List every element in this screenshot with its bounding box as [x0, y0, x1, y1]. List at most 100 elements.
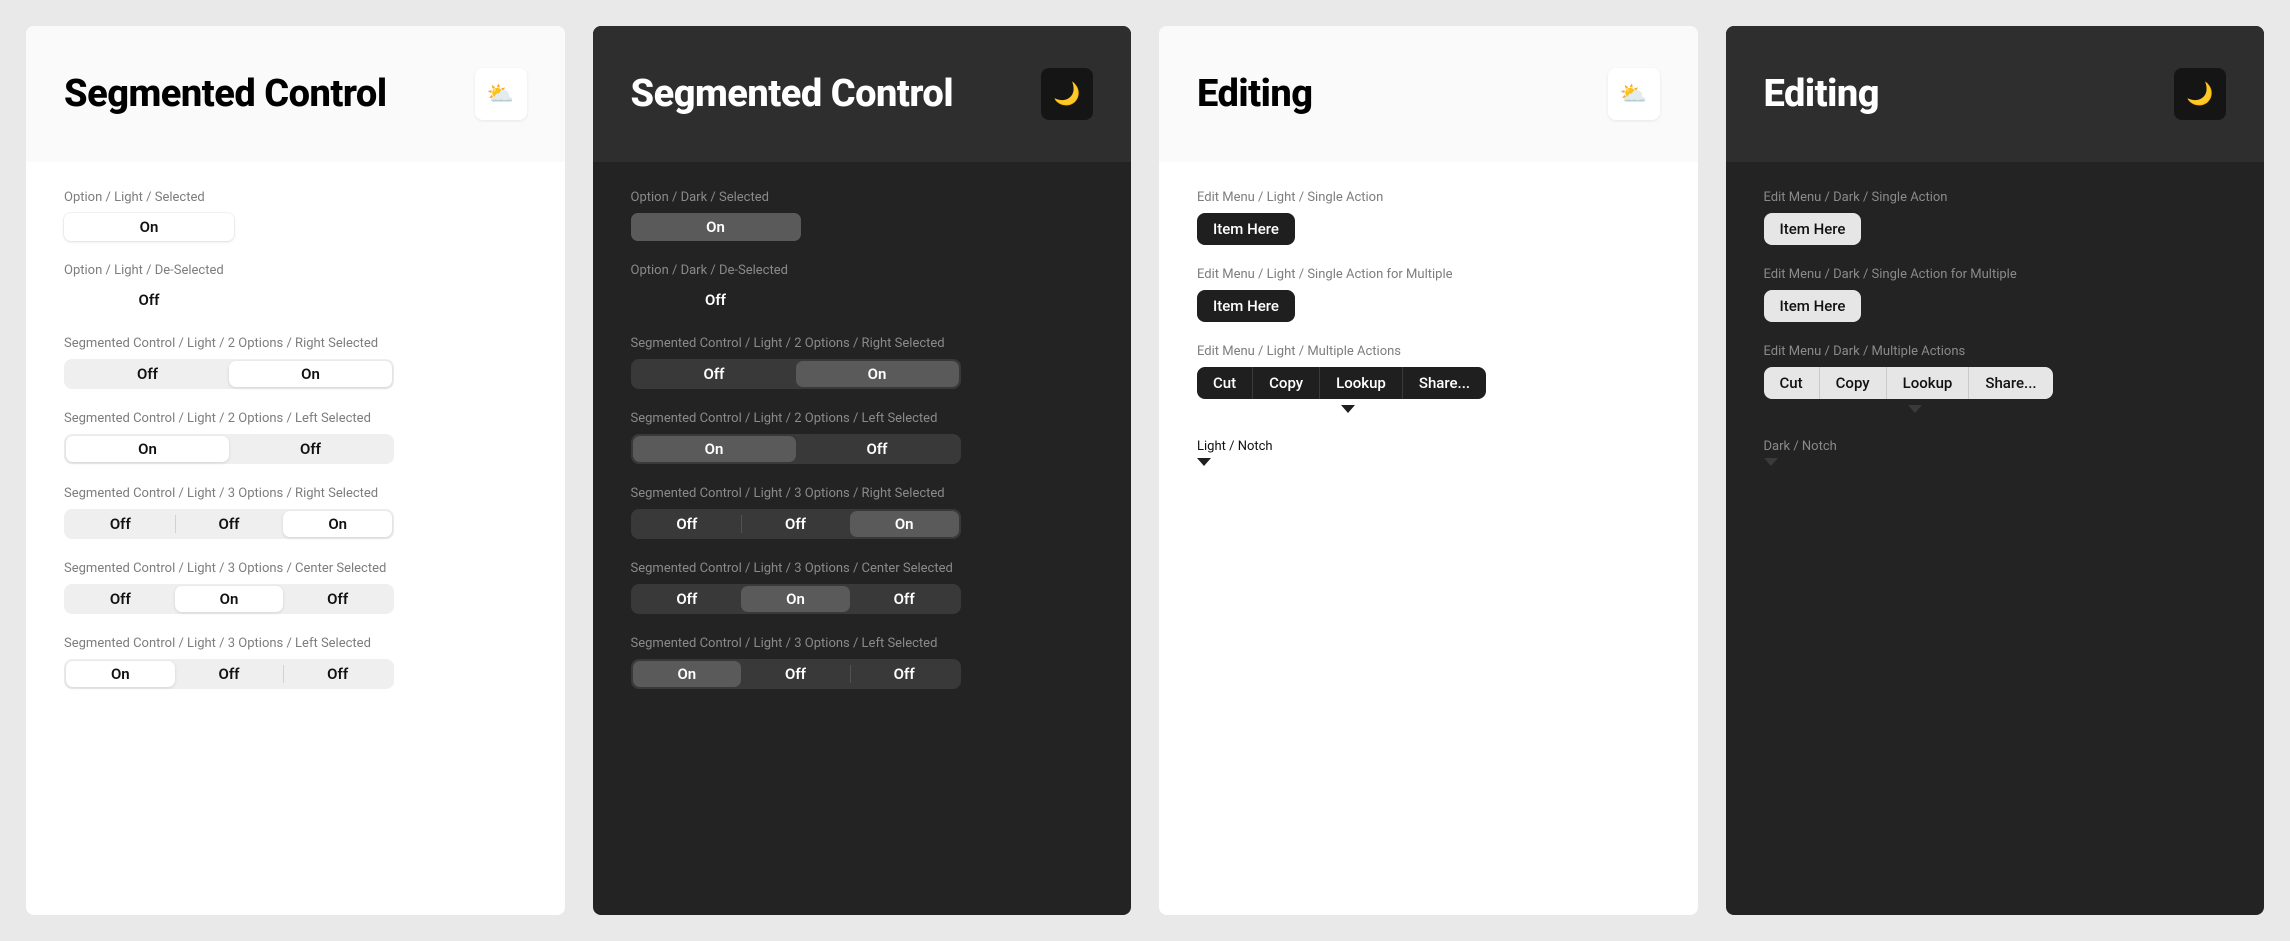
option-selected[interactable]: On [631, 213, 801, 241]
group-label: Segmented Control / Light / 3 Options / … [631, 486, 1094, 501]
edit-menu-item[interactable]: Item Here [1197, 213, 1295, 245]
seg-option[interactable]: Off [633, 511, 742, 537]
edit-menu-item[interactable]: Item Here [1764, 213, 1862, 245]
group-label: Segmented Control / Light / 2 Options / … [631, 411, 1094, 426]
caret-down-icon [1197, 458, 1211, 466]
edit-menu[interactable]: Item Here [1764, 213, 1862, 245]
segmented-control[interactable]: On Off Off [64, 659, 394, 689]
panel-title: Segmented Control [64, 72, 387, 116]
seg-3-center-group: Segmented Control / Light / 3 Options / … [631, 561, 1094, 614]
segmented-control-panel-dark: Segmented Control 🌙 Option / Dark / Sele… [593, 26, 1132, 915]
seg-option[interactable]: On [741, 586, 850, 612]
option-deselected[interactable]: Off [631, 286, 801, 314]
panel-header: Segmented Control 🌙 [593, 26, 1132, 162]
option-deselected[interactable]: Off [64, 286, 234, 314]
seg-2-left-group: Segmented Control / Light / 2 Options / … [64, 411, 527, 464]
seg-3-left-group: Segmented Control / Light / 3 Options / … [64, 636, 527, 689]
seg-3-right-group: Segmented Control / Light / 3 Options / … [631, 486, 1094, 539]
panel-title: Editing [1197, 72, 1313, 116]
edit-menu-item-share[interactable]: Share... [1402, 367, 1486, 399]
seg-option[interactable]: On [283, 511, 392, 537]
seg-3-left-group: Segmented Control / Light / 3 Options / … [631, 636, 1094, 689]
seg-option[interactable]: Off [850, 586, 959, 612]
option-selected-group: Option / Dark / Selected On [631, 190, 1094, 241]
group-label: Option / Dark / Selected [631, 190, 1094, 205]
segmented-control[interactable]: Off On [631, 359, 961, 389]
seg-option[interactable]: Off [850, 661, 959, 687]
segmented-control[interactable]: Off On Off [631, 584, 961, 614]
segmented-control[interactable]: Off On [64, 359, 394, 389]
edit-menu-item-copy[interactable]: Copy [1819, 367, 1886, 399]
seg-option[interactable]: On [175, 586, 284, 612]
panel-header: Editing 🌙 [1726, 26, 2265, 162]
sun-behind-cloud-icon: ⛅ [1608, 68, 1660, 120]
moon-icon: 🌙 [1041, 68, 1093, 120]
group-label: Segmented Control / Light / 3 Options / … [64, 561, 527, 576]
seg-option[interactable]: Off [741, 661, 850, 687]
segmented-control[interactable]: Off Off On [64, 509, 394, 539]
segmented-control[interactable]: Off On Off [64, 584, 394, 614]
seg-option[interactable]: Off [283, 586, 392, 612]
moon-icon: 🌙 [2174, 68, 2226, 120]
edit-menu-item[interactable]: Item Here [1764, 290, 1862, 322]
group-label: Edit Menu / Dark / Single Action for Mul… [1764, 267, 2227, 282]
seg-option[interactable]: Off [66, 361, 229, 387]
caret-down-icon [1341, 398, 1355, 417]
seg-option[interactable]: Off [66, 511, 175, 537]
seg-option[interactable]: Off [283, 661, 392, 687]
edit-menu-item-cut[interactable]: Cut [1197, 367, 1252, 399]
panel-body: Edit Menu / Light / Single Action Item H… [1159, 162, 1698, 506]
group-label: Edit Menu / Light / Single Action for Mu… [1197, 267, 1660, 282]
seg-option[interactable]: Off [633, 586, 742, 612]
group-label: Edit Menu / Dark / Multiple Actions [1764, 344, 2227, 359]
edit-menu-item-cut[interactable]: Cut [1764, 367, 1819, 399]
option-deselected-group: Option / Light / De-Selected Off [64, 263, 527, 314]
seg-option[interactable]: Off [796, 436, 959, 462]
edit-menu[interactable]: Item Here [1197, 290, 1295, 322]
seg-2-left-group: Segmented Control / Light / 2 Options / … [631, 411, 1094, 464]
seg-option[interactable]: Off [66, 586, 175, 612]
edit-menu[interactable]: Cut Copy Lookup Share... [1764, 367, 2053, 399]
panel-body: Option / Dark / Selected On Option / Dar… [593, 162, 1132, 729]
seg-option[interactable]: Off [175, 661, 284, 687]
group-label: Light / Notch [1197, 439, 1273, 454]
segmented-control[interactable]: Off Off On [631, 509, 961, 539]
edit-menu-item[interactable]: Item Here [1197, 290, 1295, 322]
option-selected[interactable]: On [64, 213, 234, 241]
seg-option[interactable]: Off [741, 511, 850, 537]
seg-option[interactable]: On [633, 436, 796, 462]
edit-multiple-group: Edit Menu / Dark / Multiple Actions Cut … [1764, 344, 2227, 417]
group-label: Segmented Control / Light / 2 Options / … [64, 411, 527, 426]
panel-header: Segmented Control ⛅ [26, 26, 565, 162]
seg-option[interactable]: Off [633, 361, 796, 387]
segmented-control-panel-light: Segmented Control ⛅ Option / Light / Sel… [26, 26, 565, 915]
edit-menu[interactable]: Cut Copy Lookup Share... [1197, 367, 1486, 399]
editing-panel-light: Editing ⛅ Edit Menu / Light / Single Act… [1159, 26, 1698, 915]
seg-option[interactable]: On [796, 361, 959, 387]
seg-option[interactable]: On [66, 436, 229, 462]
edit-multiple-group: Edit Menu / Light / Multiple Actions Cut… [1197, 344, 1660, 417]
seg-option[interactable]: On [633, 661, 742, 687]
edit-menu[interactable]: Item Here [1197, 213, 1295, 245]
group-label: Edit Menu / Light / Multiple Actions [1197, 344, 1660, 359]
group-label: Segmented Control / Light / 2 Options / … [631, 336, 1094, 351]
edit-menu-item-share[interactable]: Share... [1968, 367, 2052, 399]
edit-menu-item-lookup[interactable]: Lookup [1886, 367, 1969, 399]
seg-option[interactable]: On [66, 661, 175, 687]
edit-menu[interactable]: Item Here [1764, 290, 1862, 322]
seg-option[interactable]: Off [175, 511, 284, 537]
group-label: Segmented Control / Light / 2 Options / … [64, 336, 527, 351]
segmented-control[interactable]: On Off Off [631, 659, 961, 689]
seg-option[interactable]: On [229, 361, 392, 387]
seg-option[interactable]: On [850, 511, 959, 537]
segmented-control[interactable]: On Off [64, 434, 394, 464]
seg-option[interactable]: Off [229, 436, 392, 462]
segmented-control[interactable]: On Off [631, 434, 961, 464]
panel-body: Option / Light / Selected On Option / Li… [26, 162, 565, 729]
panel-header: Editing ⛅ [1159, 26, 1698, 162]
notch-group: Dark / Notch [1764, 439, 2227, 466]
edit-menu-item-lookup[interactable]: Lookup [1319, 367, 1402, 399]
edit-menu-item-copy[interactable]: Copy [1252, 367, 1319, 399]
panel-title: Segmented Control [631, 72, 954, 116]
editing-panel-dark: Editing 🌙 Edit Menu / Dark / Single Acti… [1726, 26, 2265, 915]
